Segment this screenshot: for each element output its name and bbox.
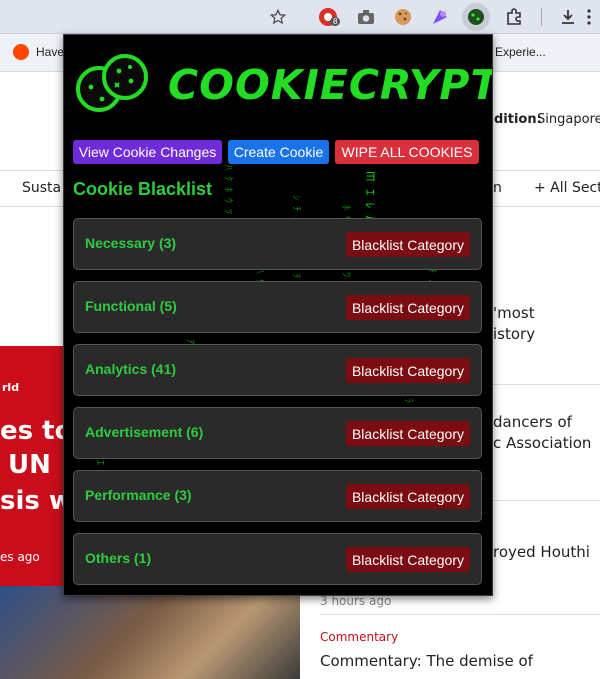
extension-badge: 8: [330, 17, 341, 26]
story-2-line1[interactable]: dancers of: [493, 413, 572, 431]
nav-all-sections[interactable]: + All Sect: [534, 180, 600, 196]
browser-toolbar: 8: [0, 0, 600, 34]
reddit-extension-icon[interactable]: 8: [316, 5, 341, 29]
featured-headline-line2: UN: [8, 450, 51, 480]
popup-title: COOKIECRYPT: [168, 61, 493, 109]
blacklist-category-button[interactable]: Blacklist Category: [346, 295, 470, 320]
nav-item-left[interactable]: Susta: [22, 180, 61, 196]
edition-value[interactable]: Singapore: [537, 112, 600, 127]
blacklist-category-button[interactable]: Blacklist Category: [346, 232, 470, 257]
category-label: Performance (3): [85, 487, 192, 503]
category-label: Others (1): [85, 550, 152, 566]
blacklist-category-button[interactable]: Blacklist Category: [346, 484, 470, 509]
purple-extension-icon[interactable]: [428, 5, 452, 29]
cookie-logo-icon: [75, 53, 151, 115]
commentary-headline[interactable]: Commentary: The demise of: [320, 652, 533, 670]
featured-photo: [0, 586, 300, 679]
category-card-advertisement: Advertisement (6) Blacklist Category: [73, 407, 482, 459]
bookmark-item[interactable]: Experie...: [495, 45, 546, 59]
camera-extension-icon[interactable]: [354, 5, 378, 29]
featured-time: es ago: [0, 550, 40, 564]
category-label: Necessary (3): [85, 235, 177, 251]
featured-headline-line1: es to: [0, 416, 73, 446]
create-cookie-button[interactable]: Create Cookie: [228, 140, 329, 164]
category-card-performance: Performance (3) Blacklist Category: [73, 470, 482, 522]
category-card-others: Others (1) Blacklist Category: [73, 533, 482, 585]
star-icon[interactable]: [266, 5, 290, 29]
matrix-rain: ヨ ｴ ﾚ ﾑ: [363, 170, 377, 222]
story-2-line2[interactable]: c Association: [493, 434, 591, 452]
wipe-all-cookies-button[interactable]: WIPE ALL COOKIES: [335, 140, 479, 164]
toolbar-divider: [541, 8, 542, 26]
cookie-extension-icon[interactable]: [391, 5, 415, 29]
cookiecrypt-extension-icon[interactable]: [462, 3, 490, 31]
puzzle-icon[interactable]: [502, 5, 526, 29]
story-1-line2[interactable]: istory: [493, 325, 535, 343]
category-label: Analytics (41): [85, 361, 177, 377]
category-card-analytics: Analytics (41) Blacklist Category: [73, 344, 482, 396]
story-3-line1[interactable]: royed Houthi: [493, 543, 590, 561]
blacklist-heading: Cookie Blacklist: [73, 179, 213, 199]
cookiecrypt-popup: ﾊ ｸ ﾎ ｳ ﾂ 7 ｴ ﾘ ｹ ｼ ﾁ ﾆ ｱ ﾐ ﾃ 2 ｦ ﾇ ﾋ ヨ …: [63, 34, 493, 596]
category-card-necessary: Necessary (3) Blacklist Category: [73, 218, 482, 270]
story-divider: [320, 614, 600, 615]
view-cookie-changes-button[interactable]: View Cookie Changes: [73, 140, 222, 164]
story-3-time: 3 hours ago: [320, 594, 392, 608]
kebab-menu-icon[interactable]: [582, 5, 596, 29]
bookmark-item[interactable]: Have: [36, 45, 64, 59]
featured-headline-line3: sis w: [0, 486, 73, 516]
category-label: Functional (5): [85, 298, 177, 314]
commentary-kicker[interactable]: Commentary: [320, 630, 398, 644]
nav-item-partial[interactable]: n: [493, 180, 502, 196]
download-icon[interactable]: [556, 5, 580, 29]
blacklist-category-button[interactable]: Blacklist Category: [346, 547, 470, 572]
blacklist-category-button[interactable]: Blacklist Category: [346, 421, 470, 446]
featured-story-card[interactable]: rld es to UN sis w es ago: [0, 346, 73, 586]
featured-kicker: rld: [2, 381, 20, 394]
edition-label: dition:: [494, 112, 542, 127]
category-label: Advertisement (6): [85, 424, 204, 440]
reddit-bookmark-icon: [13, 44, 29, 60]
story-1-line1[interactable]: 'most: [493, 304, 535, 322]
blacklist-category-button[interactable]: Blacklist Category: [346, 358, 470, 383]
category-card-functional: Functional (5) Blacklist Category: [73, 281, 482, 333]
